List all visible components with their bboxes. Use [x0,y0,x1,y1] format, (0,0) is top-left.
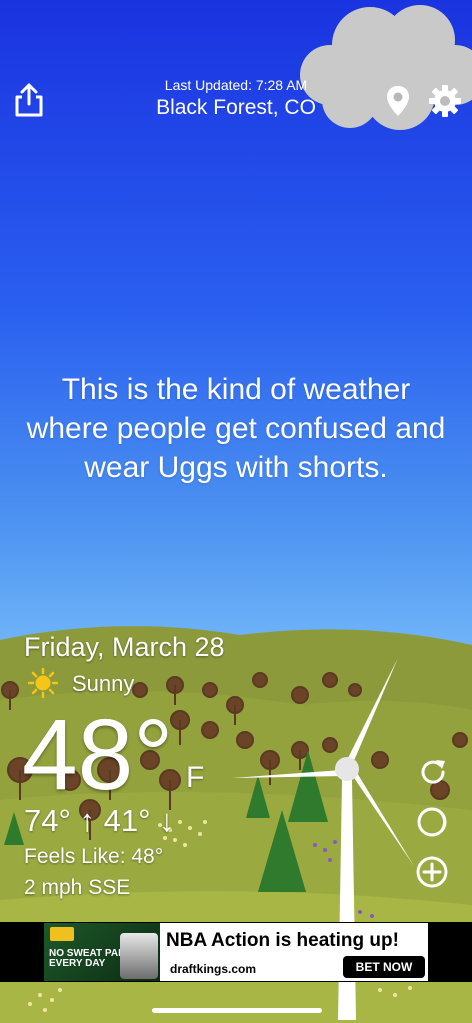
ad-people-image [120,933,158,979]
plus-circle-icon [416,856,448,888]
condition-label: Sunny [72,671,135,696]
ad-image[interactable]: NO SWEAT PARLAY EVERY DAY [44,923,160,981]
high-low-temperature: 74° ↑ 41° ↓ [24,803,175,838]
feels-like-text: Feels Like: 48° [24,845,164,868]
settings-button[interactable] [428,84,462,118]
wind-text: 2 mph SSE [24,876,131,899]
moon-phase-icon [417,807,447,837]
gear-icon [429,85,461,117]
ad-cta-button[interactable]: BET NOW [343,956,425,978]
home-indicator[interactable] [152,1008,322,1013]
ad-logo [50,927,74,941]
location-button[interactable] [385,84,411,118]
ad-headline: NBA Action is heating up! [166,930,399,951]
add-location-button[interactable] [415,855,449,889]
forecast-date: Friday, March 28 [24,632,225,662]
weather-quote: This is the kind of weather where people… [26,373,446,484]
temperature-unit[interactable]: F [186,761,204,795]
moon-phase-button[interactable] [415,805,449,839]
ad-image-line2: EVERY DAY [49,958,106,969]
ad-site: draftkings.com [170,962,257,976]
sun-icon [27,667,59,699]
landscape-scene [0,5,472,1023]
refresh-icon [421,760,445,784]
location-pin-icon [387,86,409,116]
current-temperature: 48° [22,699,174,811]
refresh-button[interactable] [416,755,450,789]
